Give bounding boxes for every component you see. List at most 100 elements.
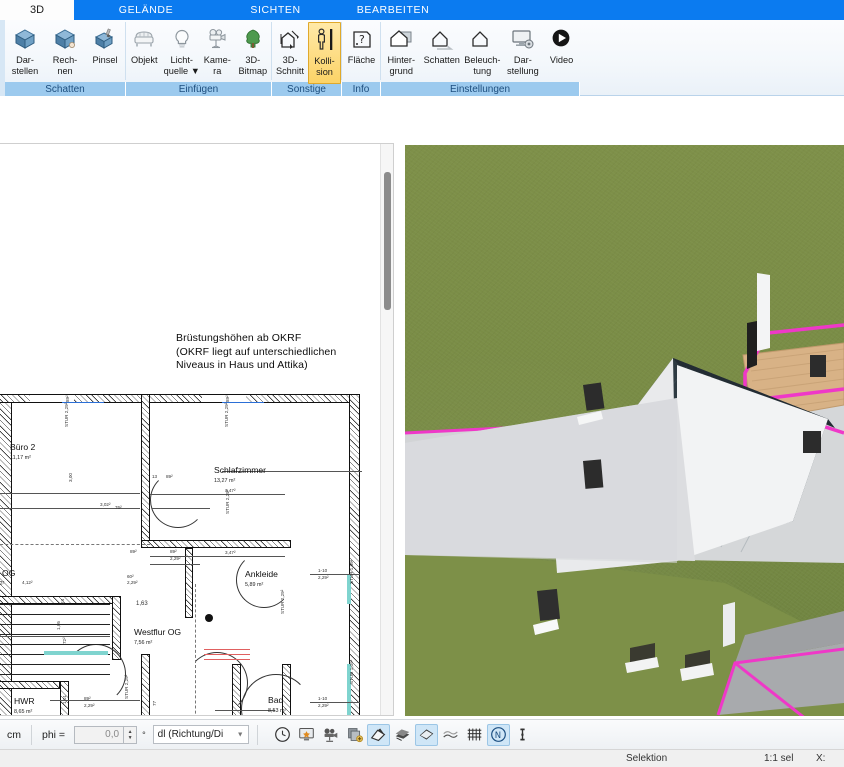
stair-line-2	[0, 624, 110, 625]
dim-text-as: STUR 2,29²	[280, 589, 285, 614]
pink-edge-2	[767, 323, 844, 335]
plan-scrollbar-thumb[interactable]	[384, 172, 391, 310]
dim-text-v: 72²	[62, 637, 67, 644]
button-3d-schnitt[interactable]: 3D- Schnitt	[272, 22, 308, 84]
tab-sichten[interactable]: SICHTEN	[218, 0, 333, 20]
dim-text-d: STUR 2,29²	[224, 402, 229, 427]
video-camera-icon[interactable]	[319, 724, 342, 746]
button-3d-schnitt-label: 3D- Schnitt	[275, 55, 305, 76]
dim-text-ab: 2,29²	[84, 703, 95, 708]
room-label-hwr: HWR 8,65 m²	[14, 696, 35, 715]
tab-bearbeiten[interactable]: BEARBEITEN	[333, 0, 453, 20]
ribbon-group-sonstige: 3D- Schnitt Kolli- sion Sonstige	[272, 20, 342, 96]
button-objekt[interactable]: Objekt	[126, 22, 163, 84]
wall-post	[723, 602, 735, 647]
window-gable-2	[583, 459, 604, 489]
room-label-westflur-og: Westflur OG 7,56 m²	[134, 627, 181, 648]
clock-icon[interactable]	[271, 724, 294, 746]
bb-sep-2	[256, 724, 258, 745]
terrain-waves-icon[interactable]	[439, 724, 462, 746]
spinner-down-icon[interactable]: ▼	[128, 735, 133, 741]
button-darstellen[interactable]: Dar- stellen	[5, 22, 45, 84]
surface-plane-icon[interactable]	[366, 723, 390, 746]
ribbon-group-einstellungen: Hinter- grund Schatten Beleuch- tung Dar…	[381, 20, 580, 96]
room-area-buero2: 11,17 m²	[10, 455, 31, 461]
cube-brush-icon	[90, 25, 120, 53]
group-items-schatten: Dar- stellen Rech- nen Pinsel	[5, 20, 126, 82]
layers-stack-icon[interactable]	[391, 724, 414, 746]
play-circle-icon	[547, 25, 577, 53]
button-hintergrund[interactable]: Hinter- grund	[381, 22, 422, 84]
room-label-schlafzimmer: Schlafzimmer 13,27 m²	[214, 465, 266, 486]
tab-gelaende[interactable]: GELÄNDE	[74, 0, 218, 20]
button-pinsel-label: Pinsel	[92, 55, 118, 65]
phi-input[interactable]: 0,0	[74, 725, 125, 744]
dim-text-ap: STUR 1,09²	[349, 659, 354, 684]
workspace-gap	[0, 96, 844, 143]
view3d-pane[interactable]	[405, 143, 844, 716]
dim-text-o: 60²	[127, 574, 134, 579]
dim-line-2	[152, 508, 210, 509]
stair-line-4	[0, 644, 110, 645]
plan-vertical-scrollbar[interactable]	[380, 144, 393, 715]
cube-calc-icon	[50, 25, 80, 53]
pane-splitter[interactable]	[394, 143, 405, 716]
node-circle[interactable]	[205, 614, 213, 622]
dim-text-z: 24	[60, 598, 65, 604]
house-3d-model	[405, 273, 844, 716]
dim-text-x: 1,05	[56, 621, 61, 630]
floorplan-canvas[interactable]: Brüstungshöhen ab OKRF (OKRF liegt auf u…	[0, 144, 393, 715]
button-lichtquelle[interactable]: Licht- quelle ▼	[163, 22, 201, 84]
dim-text-h: 13	[152, 474, 158, 479]
dim-text-r: 2,29²	[318, 575, 329, 580]
group-label-einstellungen: Einstellungen	[381, 82, 580, 96]
background-house-icon	[386, 25, 416, 53]
room-name-ankleide: Ankleide	[245, 569, 278, 579]
button-pinsel[interactable]: Pinsel	[85, 22, 125, 84]
button-hintergrund-label: Hinter- grund	[387, 55, 416, 76]
button-3d-bitmap[interactable]: 3D- Bitmap	[234, 22, 272, 84]
dim-text-b: 89²	[225, 395, 230, 402]
window-front-1	[810, 355, 826, 377]
floorplan-pane[interactable]: Brüstungshöhen ab OKRF (OKRF liegt auf u…	[0, 143, 394, 716]
parapet-pillar	[757, 273, 770, 351]
phi-spinner[interactable]: ▲ ▼	[124, 725, 138, 744]
door-3d	[747, 321, 757, 369]
ribbon-group-schatten: Dar- stellen Rech- nen Pinsel Schatten	[5, 20, 126, 96]
button-darstellung-label: Dar- stellung	[507, 55, 539, 76]
direction-select[interactable]: dl (Richtung/Di ▼	[152, 725, 249, 744]
button-kamera[interactable]: Kame- ra	[201, 22, 234, 84]
diamond-plane-icon[interactable]	[414, 723, 438, 746]
chevron-down-icon[interactable]: ▼	[237, 731, 244, 738]
svg-text:?: ?	[359, 33, 365, 46]
room-area-bad: 8,53 m²	[268, 708, 287, 714]
north-icon[interactable]: N	[486, 723, 510, 746]
room-name-flur-og: ur OG	[0, 568, 16, 578]
button-flaeche[interactable]: ? Fläche	[342, 22, 381, 84]
button-objekt-label: Objekt	[130, 55, 158, 65]
dim-line-3	[0, 636, 110, 637]
direction-select-value: dl (Richtung/Di	[157, 729, 224, 740]
button-darstellung[interactable]: Dar- stellung	[503, 22, 544, 84]
button-beleuchtung[interactable]: Beleuch- tung	[462, 22, 503, 84]
red-guide-2	[204, 654, 250, 655]
group-items-einstellungen: Hinter- grund Schatten Beleuch- tung Dar…	[381, 20, 580, 82]
tab-3d[interactable]: 3D	[0, 0, 74, 20]
monitor-star-icon[interactable]	[295, 724, 318, 746]
button-schatten2[interactable]: Schatten	[422, 22, 463, 84]
dimension-icon[interactable]	[511, 724, 534, 746]
copy-add-icon[interactable]	[343, 724, 366, 746]
stair-line-1	[0, 614, 110, 615]
button-lichtquelle-label: Licht- quelle ▼	[163, 55, 200, 76]
button-video[interactable]: Video	[543, 22, 580, 84]
lightbulb-icon	[167, 25, 197, 53]
button-rechnen[interactable]: Rech- nen	[45, 22, 85, 84]
ribbon-group-einfuegen: Objekt Licht- quelle ▼ Kame- ra 3D- Bitm…	[126, 20, 272, 96]
button-flaeche-label: Fläche	[347, 55, 376, 65]
wall-interior-v1	[141, 394, 150, 544]
bb-sep-1	[31, 724, 32, 745]
grid-icon[interactable]	[463, 724, 486, 746]
button-kollision[interactable]: Kolli- sion	[308, 22, 341, 84]
door-arc-1	[150, 472, 206, 528]
dim-text-i: 89²	[166, 474, 173, 479]
